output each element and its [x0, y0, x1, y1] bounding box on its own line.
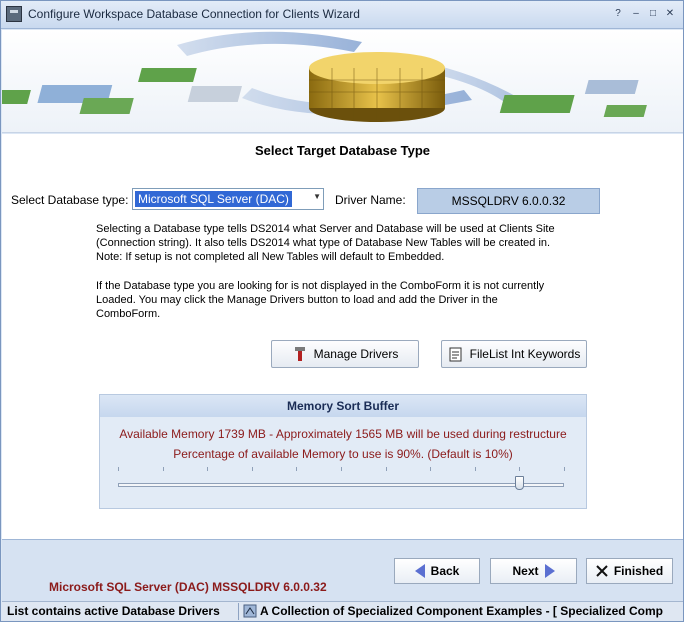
- slider-tick: [163, 467, 164, 471]
- slider-tick: [118, 467, 119, 471]
- memory-slider-track[interactable]: [118, 483, 564, 487]
- slider-tick: [252, 467, 253, 471]
- available-memory-text: Available Memory 1739 MB - Approximately…: [119, 427, 567, 441]
- help-icon[interactable]: ?: [611, 7, 625, 21]
- db-type-select[interactable]: Microsoft SQL Server (DAC) ▼: [132, 188, 324, 210]
- title-bar: Configure Workspace Database Connection …: [1, 1, 683, 29]
- slider-tick: [475, 467, 476, 471]
- wizard-window: Configure Workspace Database Connection …: [0, 0, 684, 622]
- manage-drivers-button[interactable]: Manage Drivers: [271, 340, 419, 368]
- memory-sort-buffer-group: Memory Sort Buffer Available Memory 1739…: [99, 394, 587, 509]
- slider-tick: [386, 467, 387, 471]
- finished-button[interactable]: Finished: [586, 558, 673, 584]
- info-line: Selecting a Database type tells DS2014 w…: [96, 223, 555, 235]
- back-button[interactable]: Back: [394, 558, 480, 584]
- slider-tick: [519, 467, 520, 471]
- page-title: Select Target Database Type: [254, 143, 431, 158]
- info-line: If the Database type you are looking for…: [96, 280, 545, 292]
- close-x-icon: [596, 565, 608, 577]
- info-line: (Connection string). It also tells DS201…: [96, 237, 551, 249]
- app-icon: [6, 6, 22, 22]
- info-text-1: Selecting a Database type tells DS2014 w…: [96, 222, 596, 264]
- database-banner-illustration: [2, 31, 647, 122]
- db-type-label: Select Database type:: [11, 193, 129, 207]
- info-line: Loaded. You may click the Manage Drivers…: [96, 294, 498, 306]
- back-label: Back: [430, 564, 460, 578]
- memory-group-title: Memory Sort Buffer: [100, 395, 586, 417]
- window-title: Configure Workspace Database Connection …: [28, 7, 360, 21]
- maximize-icon[interactable]: □: [646, 7, 660, 21]
- finished-label: Finished: [613, 564, 664, 578]
- filelist-keywords-label: FileList Int Keywords: [469, 347, 581, 361]
- arrow-left-icon: [414, 564, 425, 578]
- info-line: Note: If setup is not completed all New …: [96, 251, 445, 263]
- slider-tick: [296, 467, 297, 471]
- next-label: Next: [512, 564, 539, 578]
- info-text-2: If the Database type you are looking for…: [96, 279, 596, 321]
- main-panel: Select Target Database Type Select Datab…: [2, 134, 683, 539]
- component-icon: [243, 604, 257, 618]
- db-type-selected-value: Microsoft SQL Server (DAC): [135, 191, 292, 207]
- slider-tick: [430, 467, 431, 471]
- status-left-text: List contains active Database Drivers: [7, 604, 220, 618]
- close-icon[interactable]: ✕: [663, 7, 677, 21]
- memory-percentage-text: Percentage of available Memory to use is…: [173, 447, 513, 461]
- document-list-icon: [449, 347, 462, 362]
- slider-tick: [207, 467, 208, 471]
- manage-drivers-label: Manage Drivers: [313, 347, 399, 361]
- info-line: ComboForm.: [96, 308, 161, 320]
- arrow-right-icon: [544, 564, 555, 578]
- slider-tick: [341, 467, 342, 471]
- filelist-keywords-button[interactable]: FileList Int Keywords: [441, 340, 587, 368]
- next-button[interactable]: Next: [490, 558, 577, 584]
- memory-slider-thumb[interactable]: [515, 476, 524, 490]
- chevron-down-icon[interactable]: ▼: [313, 192, 321, 201]
- driver-name-label: Driver Name:: [335, 193, 406, 207]
- banner-graphic: [2, 30, 683, 133]
- selected-driver-summary: Microsoft SQL Server (DAC) MSSQLDRV 6.0.…: [49, 580, 327, 594]
- slider-tick: [564, 467, 565, 471]
- status-bar: List contains active Database Drivers A …: [2, 601, 683, 621]
- wrench-icon: [294, 347, 305, 361]
- minimize-icon[interactable]: –: [629, 7, 643, 21]
- driver-name-value: MSSQLDRV 6.0.0.32: [417, 188, 600, 214]
- status-separator: [238, 603, 239, 620]
- status-right-text: A Collection of Specialized Component Ex…: [260, 604, 663, 618]
- wizard-footer: Back Next Finished Microsoft SQL Server …: [2, 539, 683, 601]
